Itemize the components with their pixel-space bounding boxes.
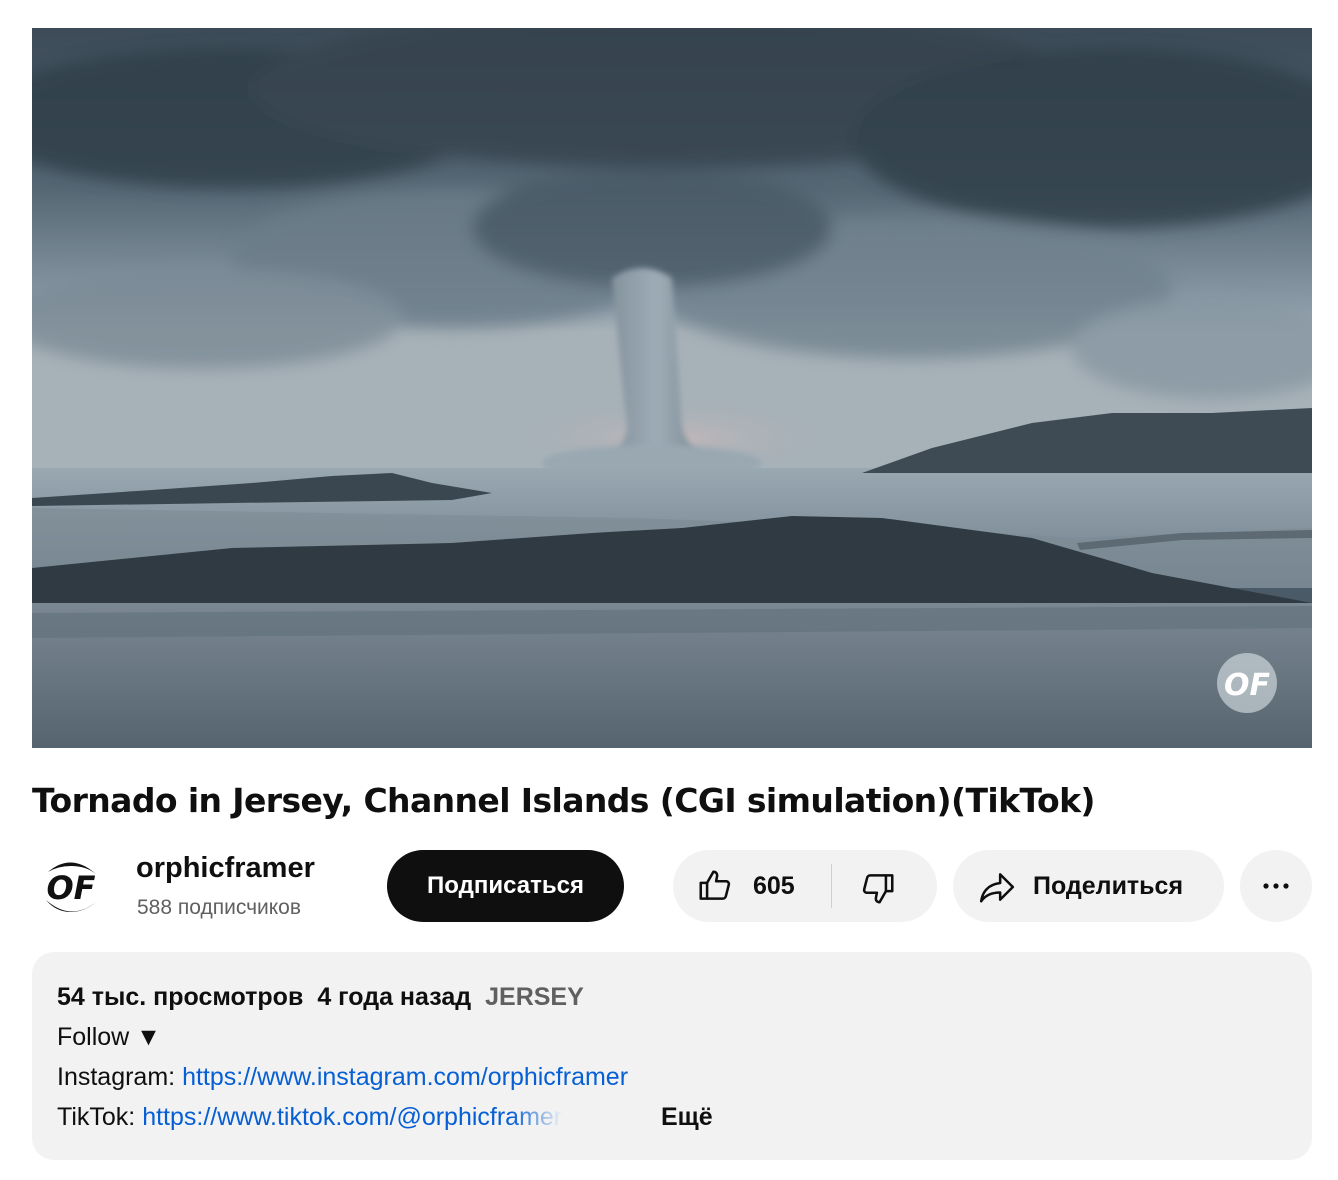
description-box[interactable]: 54 тыс. просмотров 4 года назад JERSEY Fol… [32,952,1312,1160]
tiktok-label: TikTok: [57,1103,143,1131]
more-horizontal-icon [1258,868,1294,909]
show-more-button[interactable]: Ещё [661,1101,713,1133]
channel-name[interactable]: orphicframer [136,850,315,886]
video-frame-image: OF [32,28,1312,748]
svg-text:OF: OF [46,869,95,907]
view-count: 54 тыс. просмотров [57,983,304,1011]
follow-line: Follow ▼ [57,1023,161,1051]
tiktok-line: TikTok: https://www.tiktok.com/@orphicfr… [57,1101,562,1133]
subscriber-count: 588 подписчиков [137,896,302,919]
more-actions-button[interactable] [1240,850,1312,922]
channel-watermark: OF [1217,653,1277,713]
share-arrow-icon [977,868,1017,911]
thumb-up-icon [695,867,735,910]
dislike-button[interactable] [832,850,937,922]
description-meta: 54 тыс. просмотров 4 года назад JERSEY [57,981,584,1013]
instagram-line: Instagram: https://www.instagram.com/orp… [57,1061,628,1093]
subscribe-button[interactable]: Подписаться [387,850,624,922]
thumb-down-icon [858,869,898,912]
tiktok-link[interactable]: https://www.tiktok.com/@orphicframer [142,1103,562,1131]
like-count: 605 [753,872,795,900]
share-label: Поделиться [1033,872,1184,900]
video-player[interactable]: OF [32,28,1312,748]
share-button[interactable]: Поделиться [953,850,1224,922]
publish-date: 4 года назад [317,983,472,1011]
svg-text:OF: OF [1224,668,1271,703]
like-dislike-group: 605 [673,850,937,922]
instagram-link[interactable]: https://www.instagram.com/orphicframer [182,1063,628,1091]
video-title: Tornado in Jersey, Channel Islands (CGI … [32,781,1096,820]
instagram-label: Instagram: [57,1063,183,1091]
channel-avatar[interactable]: OF [36,852,106,922]
hashtag-link[interactable]: JERSEY [485,983,584,1011]
like-button[interactable]: 605 [673,850,831,922]
